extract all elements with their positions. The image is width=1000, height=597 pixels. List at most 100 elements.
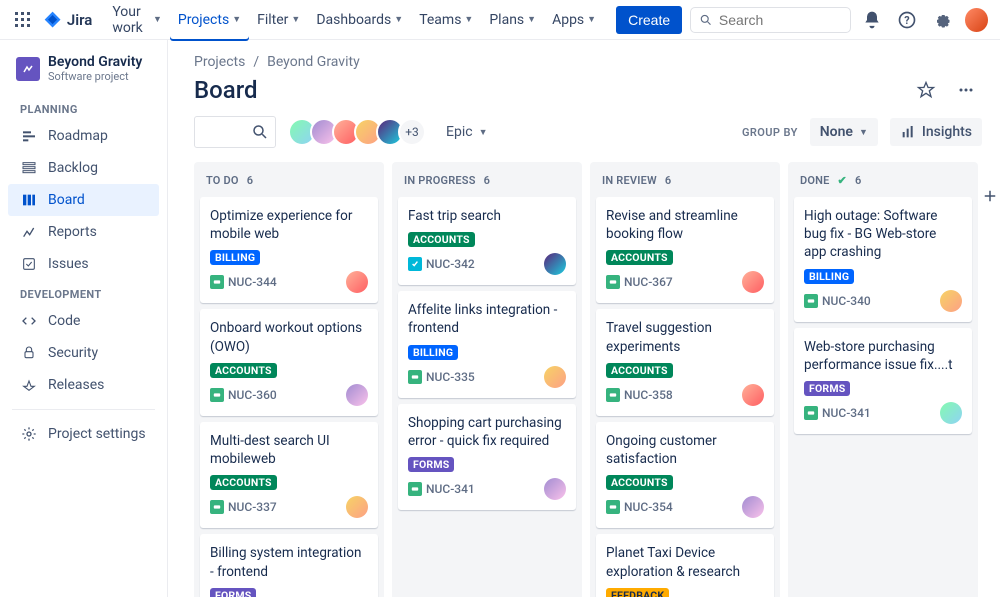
assignee-avatar[interactable] xyxy=(742,496,764,518)
assignee-avatar[interactable] xyxy=(544,366,566,388)
assignee-avatar[interactable] xyxy=(346,384,368,406)
chart-icon xyxy=(900,124,916,140)
epic-filter[interactable]: Epic ▼ xyxy=(438,118,495,146)
add-column-button[interactable] xyxy=(978,184,1000,208)
star-icon[interactable] xyxy=(910,74,942,106)
issue-type-icon xyxy=(408,257,422,271)
card[interactable]: Optimize experience for mobile webBILLIN… xyxy=(200,197,378,303)
issue-key: NUC-367 xyxy=(624,275,673,289)
groupby-value: None xyxy=(820,124,853,140)
more-icon[interactable] xyxy=(950,74,982,106)
assignee-avatar[interactable] xyxy=(544,253,566,275)
assignee-avatar[interactable] xyxy=(742,271,764,293)
sidebar-project-settings[interactable]: Project settings xyxy=(8,418,159,450)
card-tag: BILLING xyxy=(408,345,458,360)
nav-item-dashboards[interactable]: Dashboards▼ xyxy=(308,0,411,41)
sidebar-item-security[interactable]: Security xyxy=(8,337,159,369)
sidebar-item-label: Roadmap xyxy=(48,128,108,144)
assignee-filter-avatars[interactable]: +3 xyxy=(288,118,426,146)
sidebar-item-reports[interactable]: Reports xyxy=(8,216,159,248)
issue-key: NUC-340 xyxy=(822,294,871,308)
assignee-avatar[interactable] xyxy=(940,290,962,312)
card[interactable]: Fast trip searchACCOUNTSNUC-342 xyxy=(398,197,576,285)
issue-key: NUC-342 xyxy=(426,257,475,271)
project-icon xyxy=(16,57,40,81)
help-icon[interactable]: ? xyxy=(894,6,921,34)
card[interactable]: Web-store purchasing performance issue f… xyxy=(794,328,972,434)
card[interactable]: Planet Taxi Device exploration & researc… xyxy=(596,534,774,597)
issue-key: NUC-358 xyxy=(624,388,673,402)
card[interactable]: Billing system integration - frontendFOR… xyxy=(200,534,378,597)
breadcrumb-project[interactable]: Beyond Gravity xyxy=(267,54,360,70)
sidebar-item-label: Project settings xyxy=(48,426,146,442)
profile-avatar[interactable] xyxy=(965,8,988,32)
card-key: NUC-342 xyxy=(408,257,475,271)
card[interactable]: Revise and streamline booking flowACCOUN… xyxy=(596,197,774,303)
board-column-in-review: IN REVIEW6Revise and streamline booking … xyxy=(590,162,780,597)
nav-item-your-work[interactable]: Your work▼ xyxy=(104,0,170,41)
sidebar-item-issues[interactable]: Issues xyxy=(8,248,159,280)
chevron-down-icon: ▼ xyxy=(859,127,868,138)
jira-logo[interactable]: Jira xyxy=(43,10,92,30)
nav-item-plans[interactable]: Plans▼ xyxy=(481,0,544,41)
chevron-down-icon: ▼ xyxy=(153,14,162,25)
issue-key: NUC-344 xyxy=(228,275,277,289)
card-title: Travel suggestion experiments xyxy=(606,319,764,355)
avatar-more[interactable]: +3 xyxy=(398,118,426,146)
groupby-dropdown[interactable]: None ▼ xyxy=(810,118,878,146)
chevron-down-icon: ▼ xyxy=(479,127,488,138)
nav-item-apps[interactable]: Apps▼ xyxy=(544,0,604,41)
insights-button[interactable]: Insights xyxy=(890,118,982,146)
assignee-avatar[interactable] xyxy=(742,384,764,406)
card-key: NUC-344 xyxy=(210,275,277,289)
issue-type-icon xyxy=(408,482,422,496)
board-column-in-progress: IN PROGRESS6Fast trip searchACCOUNTSNUC-… xyxy=(392,162,582,597)
card-title: Ongoing customer satisfaction xyxy=(606,432,764,468)
sidebar-item-code[interactable]: Code xyxy=(8,305,159,337)
global-search[interactable] xyxy=(690,7,851,33)
chevron-down-icon: ▼ xyxy=(587,14,596,25)
card[interactable]: Travel suggestion experimentsACCOUNTSNUC… xyxy=(596,309,774,415)
issue-key: NUC-335 xyxy=(426,370,475,384)
column-header: TO DO6 xyxy=(200,170,378,197)
sidebar-item-releases[interactable]: Releases xyxy=(8,369,159,401)
column-count: 6 xyxy=(484,174,490,187)
issue-type-icon xyxy=(804,406,818,420)
nav-item-teams[interactable]: Teams▼ xyxy=(411,0,481,41)
create-button[interactable]: Create xyxy=(616,6,682,34)
card-tag: FORMS xyxy=(804,381,850,396)
notifications-icon[interactable] xyxy=(859,6,886,34)
issue-type-icon xyxy=(606,500,620,514)
global-search-input[interactable] xyxy=(719,12,842,28)
card[interactable]: Multi-dest search UI mobilewebACCOUNTSNU… xyxy=(200,422,378,528)
card[interactable]: Affelite links integration - frontendBIL… xyxy=(398,291,576,397)
sidebar-item-backlog[interactable]: Backlog xyxy=(8,152,159,184)
settings-icon[interactable] xyxy=(928,6,955,34)
nav-item-filter[interactable]: Filter▼ xyxy=(249,0,308,41)
nav-item-projects[interactable]: Projects▼ xyxy=(170,0,249,41)
board-search[interactable] xyxy=(194,116,276,148)
assignee-avatar[interactable] xyxy=(940,402,962,424)
assignee-avatar[interactable] xyxy=(544,478,566,500)
breadcrumb-projects[interactable]: Projects xyxy=(194,54,245,70)
card-title: Billing system integration - frontend xyxy=(210,544,368,580)
card-key: NUC-367 xyxy=(606,275,673,289)
chevron-down-icon: ▼ xyxy=(394,14,403,25)
column-count: 6 xyxy=(247,174,253,187)
gear-icon xyxy=(20,425,38,443)
card-key: NUC-337 xyxy=(210,500,277,514)
sidebar-item-label: Code xyxy=(48,313,80,329)
breadcrumb-separator: / xyxy=(253,54,259,70)
issue-type-icon xyxy=(210,275,224,289)
assignee-avatar[interactable] xyxy=(346,271,368,293)
sidebar-item-roadmap[interactable]: Roadmap xyxy=(8,120,159,152)
card[interactable]: High outage: Software bug fix - BG Web-s… xyxy=(794,197,972,322)
card[interactable]: Shopping cart purchasing error - quick f… xyxy=(398,404,576,510)
app-switcher-icon[interactable] xyxy=(12,8,35,32)
project-header[interactable]: Beyond Gravity Software project xyxy=(8,54,159,95)
card[interactable]: Ongoing customer satisfactionACCOUNTSNUC… xyxy=(596,422,774,528)
project-type: Software project xyxy=(48,70,142,83)
assignee-avatar[interactable] xyxy=(346,496,368,518)
sidebar-item-board[interactable]: Board xyxy=(8,184,159,216)
card[interactable]: Onboard workout options (OWO)ACCOUNTSNUC… xyxy=(200,309,378,415)
